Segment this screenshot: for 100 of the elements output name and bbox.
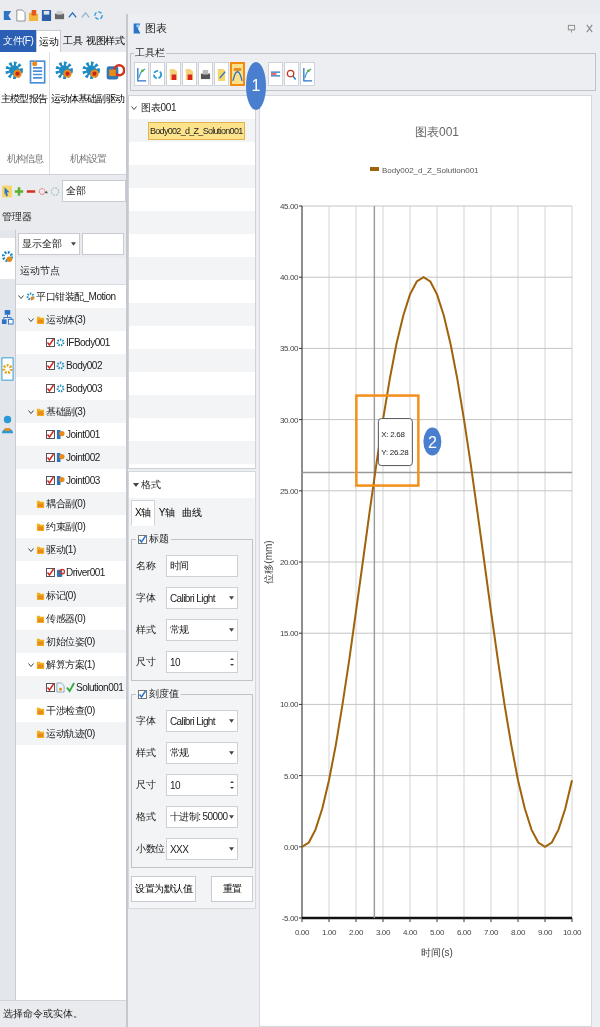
printer-icon[interactable] xyxy=(54,8,65,22)
reset-button[interactable]: 重置 xyxy=(211,876,253,902)
checkbox[interactable] xyxy=(46,476,55,485)
checkbox[interactable] xyxy=(46,338,55,347)
tree-item[interactable]: Joint002 xyxy=(66,452,100,463)
tree-item[interactable]: 解算方案(1) xyxy=(46,657,95,672)
text-field[interactable]: 时间 xyxy=(166,555,238,577)
folder-icon[interactable] xyxy=(28,8,39,22)
dropdown[interactable]: 常规 xyxy=(166,742,238,764)
axis-title: 时间(s) xyxy=(421,947,453,958)
filter-field[interactable]: 全部 xyxy=(62,180,126,202)
toolbar-button[interactable] xyxy=(268,62,283,86)
toolbar-button[interactable] xyxy=(150,62,165,86)
tree-item[interactable]: 平口钳装配_Motion xyxy=(36,289,116,304)
spinner-icon xyxy=(230,780,234,790)
display-dropdown[interactable]: 显示全部 xyxy=(18,233,80,255)
checkbox[interactable] xyxy=(46,361,55,370)
tick-label: 25.00 xyxy=(279,486,298,496)
ribbon-tab[interactable]: 视图样式 xyxy=(84,30,127,52)
file-menu-button[interactable]: 文件(F) xyxy=(0,30,37,52)
toolbar-button[interactable] xyxy=(214,62,229,86)
dropdown[interactable]: XXX xyxy=(166,838,238,860)
logo-icon xyxy=(2,8,13,22)
chevron-icon[interactable] xyxy=(28,547,34,552)
toolbar-button[interactable] xyxy=(284,62,299,86)
toolbar-button[interactable] xyxy=(230,62,245,86)
checkbox[interactable] xyxy=(138,534,147,544)
ribbon-tab[interactable]: 运动 xyxy=(36,30,62,52)
check-icon xyxy=(66,682,75,693)
tree-item[interactable]: Body003 xyxy=(66,383,102,394)
list-item[interactable]: Body002_d_Z_Solution001 xyxy=(148,121,245,140)
spin-field[interactable]: 10 xyxy=(166,651,238,673)
dropdown[interactable]: Calibri Light xyxy=(166,587,238,609)
gear-icon[interactable] xyxy=(1,248,14,265)
axis-tab[interactable]: 曲线 xyxy=(178,500,206,526)
tick-label: 35.00 xyxy=(279,344,298,354)
ribbon-button[interactable]: 基础副 xyxy=(78,56,105,152)
tree-item[interactable]: Body002 xyxy=(66,360,102,371)
tick-label: 5.00 xyxy=(284,771,298,781)
caret-icon xyxy=(229,596,234,600)
search-field[interactable] xyxy=(82,233,124,255)
checkbox[interactable] xyxy=(46,384,55,393)
toolbar-button[interactable] xyxy=(198,62,213,86)
tree-item[interactable]: 干涉检查(0) xyxy=(46,703,95,718)
checkbox[interactable] xyxy=(46,568,55,577)
tree-item[interactable]: Joint001 xyxy=(66,429,100,440)
ribbon-button[interactable]: 报告 xyxy=(28,56,48,152)
dropdown[interactable]: 十进制: 50000 xyxy=(166,806,238,828)
caret-icon xyxy=(229,751,234,755)
tree-item[interactable]: 约束副(0) xyxy=(46,519,86,534)
folder-icon xyxy=(36,705,45,716)
tick-label: 4.00 xyxy=(403,928,417,937)
ribbon-button[interactable]: 主模型 xyxy=(1,56,28,152)
pin-icon[interactable] xyxy=(567,23,576,33)
checkbox[interactable] xyxy=(46,430,55,439)
caret-icon xyxy=(229,628,234,632)
tree-item[interactable]: 驱动(1) xyxy=(46,542,76,557)
save-icon[interactable] xyxy=(41,8,52,22)
toolbar-button[interactable] xyxy=(166,62,181,86)
chevron-icon[interactable] xyxy=(131,105,137,110)
spin-field[interactable]: 10 xyxy=(166,774,238,796)
chevron-icon[interactable] xyxy=(28,317,34,322)
field-label: 字体 xyxy=(136,591,157,605)
tick-label: 7.00 xyxy=(484,928,498,937)
tree-item[interactable]: 传感器(0) xyxy=(46,611,86,626)
tree-item[interactable]: Joint003 xyxy=(66,475,100,486)
dropdown[interactable]: 常规 xyxy=(166,619,238,641)
caret-icon xyxy=(229,815,234,819)
toolbar-button[interactable] xyxy=(182,62,197,86)
tick-label: 0.00 xyxy=(284,842,298,852)
folder-icon xyxy=(36,590,45,601)
chevron-icon[interactable] xyxy=(18,294,24,299)
checkbox[interactable] xyxy=(46,683,55,692)
ribbon-tab[interactable]: 工具 xyxy=(61,30,85,52)
checkbox[interactable] xyxy=(46,453,55,462)
gear-icon xyxy=(26,291,35,302)
dropdown[interactable]: Calibri Light xyxy=(166,710,238,732)
toolbar-button[interactable] xyxy=(134,62,149,86)
axis-tab[interactable]: Y轴 xyxy=(154,500,179,526)
rotate-icon[interactable] xyxy=(93,8,104,22)
caret-icon[interactable] xyxy=(133,482,139,488)
gear-icon xyxy=(56,383,65,394)
caret-icon xyxy=(229,719,234,723)
hierarchy-icon[interactable] xyxy=(1,309,14,326)
checkbox[interactable] xyxy=(138,689,147,699)
gear-icon xyxy=(56,337,65,348)
tooltip-box xyxy=(377,418,413,467)
chevron-icon[interactable] xyxy=(28,409,34,414)
tree-item[interactable]: Driver001 xyxy=(66,567,105,578)
cursor-icon[interactable] xyxy=(2,184,12,198)
toolbar-button[interactable] xyxy=(300,62,315,86)
list-item[interactable]: 图表001 xyxy=(140,97,178,118)
ribbon-button[interactable]: 运动体 xyxy=(51,56,78,152)
axis-tab[interactable]: X轴 xyxy=(131,500,155,526)
tree-item[interactable]: IFBody001 xyxy=(66,337,110,348)
chevron-icon[interactable] xyxy=(28,662,34,667)
set-default-button[interactable]: 设置为默认值 xyxy=(131,876,196,902)
tree-item[interactable]: 标记(0) xyxy=(46,588,76,603)
ribbon-button[interactable]: 驱动 xyxy=(105,56,125,152)
close-icon[interactable] xyxy=(585,23,594,33)
